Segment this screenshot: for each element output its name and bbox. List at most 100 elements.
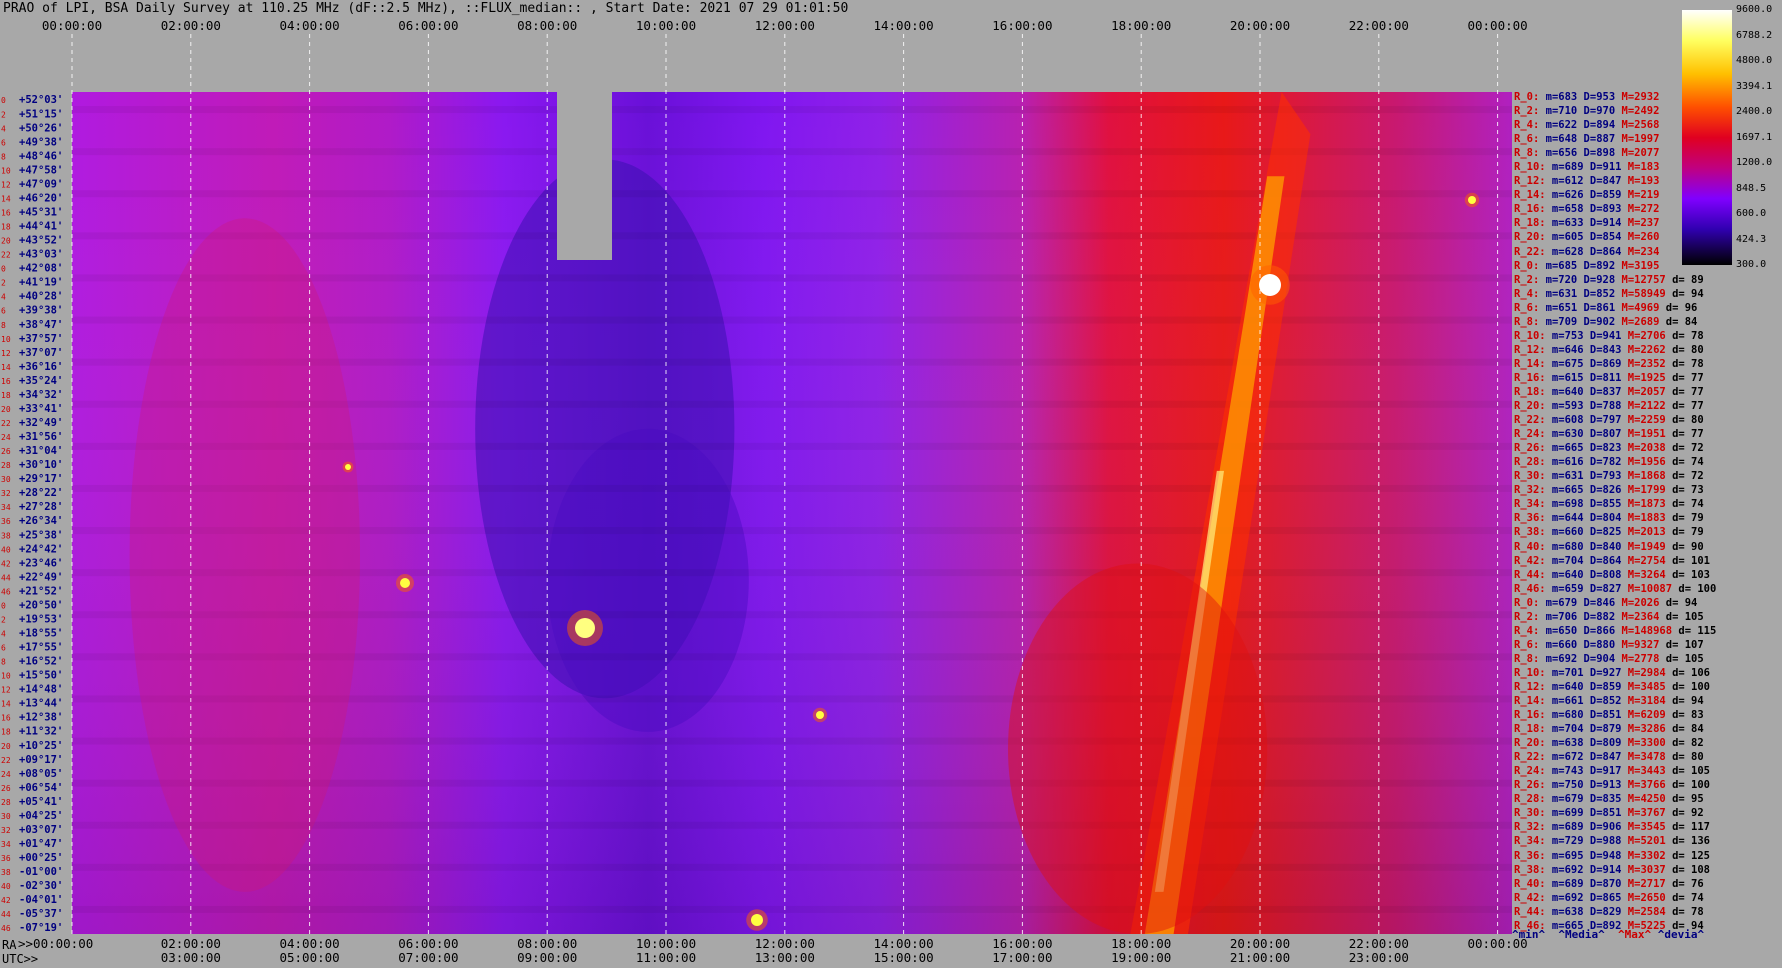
stat-max: M=2259 (1621, 414, 1666, 427)
beam-number: 22 (1, 419, 11, 428)
beam-number: 10 (1, 166, 11, 175)
bottom-utc-tick-label: 05:00:00 (279, 950, 339, 965)
colorbar-tick-label: 848.5 (1736, 182, 1767, 194)
beam-stats-row: R_8: m=656 D=898 M=2077 (1514, 146, 1716, 160)
top-tick-label: 06:00:00 (398, 18, 458, 33)
declination-label: +43°03' (19, 249, 63, 261)
stat-min: m=701 (1545, 666, 1584, 679)
stat-key: R_6: (1514, 638, 1540, 651)
stat-min: m=612 (1545, 175, 1584, 188)
stat-min: m=665 (1545, 484, 1584, 497)
stat-median: D=847 (1583, 175, 1622, 188)
beam-number: 18 (1, 728, 11, 737)
stat-key: R_26: (1514, 442, 1546, 455)
stat-max: M=5201 (1621, 835, 1666, 848)
stat-min: m=685 (1539, 259, 1578, 272)
colorbar-tick-label: 6788.2 (1736, 29, 1773, 41)
stat-median: D=854 (1583, 231, 1622, 244)
beam-stats-row: R_18: m=704 D=879 M=3286 d= 84 (1514, 722, 1716, 736)
stat-median: D=970 (1577, 105, 1616, 118)
beam-number: 2 (1, 615, 6, 624)
declination-label: +45°31' (19, 206, 63, 218)
beam-number: 14 (1, 700, 11, 709)
declination-label: -07°19' (19, 922, 63, 934)
stat-min: m=593 (1545, 400, 1584, 413)
declination-label: +30°10' (19, 459, 63, 471)
bottom-ra-tick-label: >>00:00:00 (18, 936, 93, 951)
declination-label: +32°49' (19, 417, 63, 429)
beam-number: 46 (1, 587, 11, 596)
declination-label: +03°07' (19, 824, 63, 836)
beam-stats-row: R_4: m=622 D=894 M=2568 (1514, 118, 1716, 132)
stat-devia: d= 77 (1665, 400, 1704, 413)
stat-max: M=1873 (1621, 498, 1666, 511)
top-tick-label: 12:00:00 (755, 18, 815, 33)
top-tick-label: 00:00:00 (42, 18, 102, 33)
declination-label: +37°57' (19, 333, 63, 345)
stat-median: D=846 (1577, 596, 1616, 609)
bottom-utc-tick-label: 23:00:00 (1349, 950, 1409, 965)
stat-median: D=869 (1583, 357, 1622, 370)
stat-devia: d= 96 (1659, 301, 1698, 314)
stat-devia: d= 73 (1665, 484, 1704, 497)
stat-min: m=706 (1539, 610, 1578, 623)
beam-number: 36 (1, 517, 11, 526)
legend-devia: ^devia^ (1657, 928, 1705, 941)
stat-max: M=2717 (1621, 877, 1666, 890)
declination-label: +50°26' (19, 122, 63, 134)
declination-label: -02°30' (19, 880, 63, 892)
stat-median: D=917 (1583, 765, 1622, 778)
stat-max: M=2584 (1621, 905, 1666, 918)
beam-number: 0 (1, 265, 6, 274)
plot-area (72, 92, 1512, 934)
stat-max: M=3037 (1621, 863, 1666, 876)
stat-devia: d= 80 (1665, 751, 1704, 764)
beam-number: 16 (1, 714, 11, 723)
beam-number: 8 (1, 321, 6, 330)
stat-devia: d= 105 (1659, 610, 1704, 623)
stat-devia: d= 94 (1659, 596, 1698, 609)
stat-key: R_8: (1514, 147, 1540, 160)
beam-stats-row: R_2: m=720 D=928 M=12757 d= 89 (1514, 273, 1716, 287)
bottom-ra-tick-label: 08:00:00 (517, 936, 577, 951)
bottom-ra-tick-label: 04:00:00 (279, 936, 339, 951)
stat-key: R_0: (1514, 596, 1540, 609)
beam-number: 10 (1, 672, 11, 681)
declination-label: +25°38' (19, 529, 63, 541)
stat-devia: d= 100 (1672, 582, 1717, 595)
stat-devia: d= 84 (1665, 723, 1704, 736)
stat-devia: d= 105 (1665, 765, 1711, 778)
stat-min: m=628 (1545, 245, 1584, 258)
stat-key: R_4: (1514, 287, 1540, 300)
beam-number: 30 (1, 475, 11, 484)
beam-number: 28 (1, 798, 11, 807)
point-source (1468, 196, 1476, 204)
beam-stats-row: R_18: m=633 D=914 M=237 (1514, 216, 1716, 230)
stat-min: m=698 (1545, 498, 1584, 511)
stat-key: R_42: (1514, 554, 1546, 567)
beam-number: 20 (1, 742, 11, 751)
stat-median: D=835 (1583, 793, 1622, 806)
declination-label: +24°42' (19, 543, 63, 555)
stat-median: D=988 (1583, 835, 1622, 848)
declination-label: +23°46' (19, 557, 63, 569)
stat-max: M=2038 (1621, 442, 1666, 455)
stat-min: m=630 (1545, 428, 1584, 441)
stat-devia: d= 107 (1659, 638, 1704, 651)
top-tick-label: 22:00:00 (1349, 18, 1409, 33)
stat-median: D=906 (1583, 821, 1622, 834)
stat-min: m=750 (1545, 779, 1584, 792)
colorbar-tick-label: 9600.0 (1736, 4, 1773, 15)
stat-devia: d= 105 (1659, 652, 1704, 665)
stat-devia: d= 101 (1665, 554, 1711, 567)
stat-min: m=658 (1545, 203, 1584, 216)
stat-max: M=2492 (1615, 105, 1660, 118)
beam-stats-row: R_20: m=593 D=788 M=2122 d= 77 (1514, 399, 1716, 413)
beam-number: 32 (1, 489, 11, 498)
stat-min: m=605 (1545, 231, 1584, 244)
stat-key: R_44: (1514, 905, 1546, 918)
stat-median: D=855 (1583, 498, 1622, 511)
beam-stats-row: R_0: m=683 D=953 M=2932 (1514, 90, 1716, 104)
stat-devia: d= 82 (1665, 737, 1704, 750)
beam-number: 32 (1, 826, 11, 835)
